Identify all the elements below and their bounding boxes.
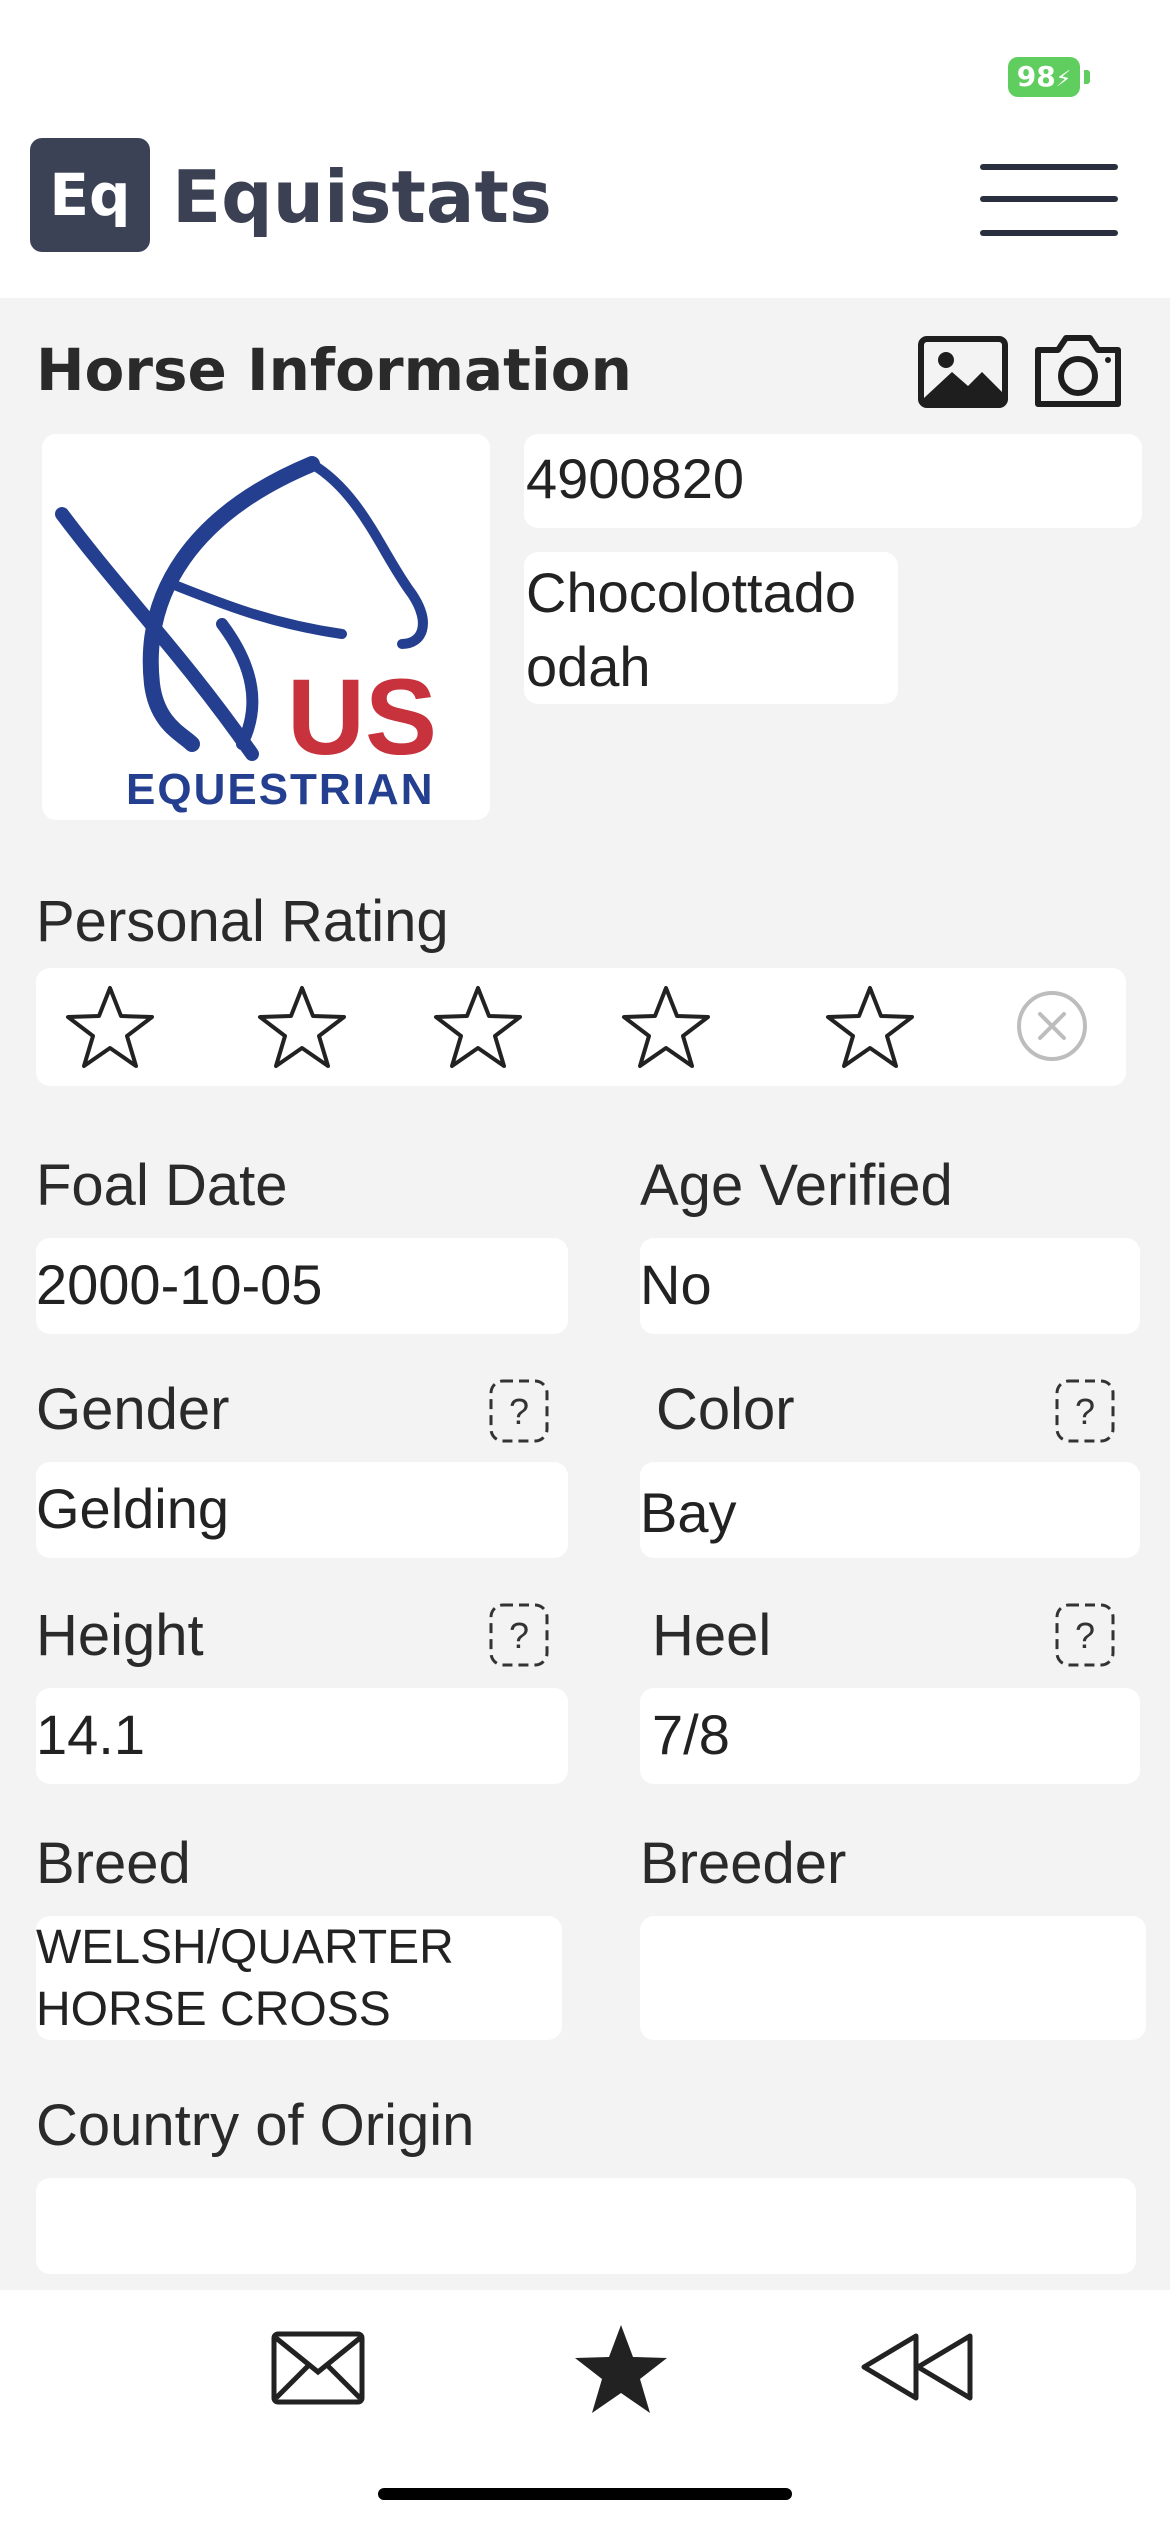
breed-label: Breed (36, 1831, 191, 1896)
height-label: Height (36, 1603, 204, 1668)
battery-tip (1084, 70, 1090, 84)
age-verified-label: Age Verified (640, 1153, 953, 1218)
star-5-icon[interactable] (824, 982, 916, 1075)
foal-date-label: Foal Date (36, 1153, 288, 1218)
heel-value: 7/8 (652, 1703, 730, 1766)
us-equestrian-logo: US EQUESTRIAN (55, 456, 437, 814)
home-indicator (378, 2488, 792, 2500)
star-4-icon[interactable] (620, 982, 712, 1075)
section-title: Horse Information (36, 336, 632, 404)
horse-image[interactable]: US EQUESTRIAN (42, 434, 490, 820)
rating-bar (36, 968, 1126, 1086)
svg-text:?: ? (1075, 1615, 1095, 1656)
color-label: Color (656, 1377, 795, 1442)
breeder-field[interactable] (640, 1916, 1146, 2040)
star-icon[interactable] (572, 2322, 670, 2416)
foal-date-value: 2000-10-05 (36, 1253, 323, 1316)
heel-help-icon[interactable]: ? (1054, 1602, 1116, 1668)
app-logo-text: Eq (49, 161, 131, 229)
envelope-icon[interactable] (270, 2330, 366, 2406)
heel-label: Heel (652, 1603, 772, 1668)
color-help-icon[interactable]: ? (1054, 1378, 1116, 1444)
gender-help-icon[interactable]: ? (488, 1378, 550, 1444)
horse-id-value: 4900820 (526, 447, 745, 510)
battery-level: 98 (1016, 60, 1056, 93)
battery-indicator: 98⚡ (1008, 57, 1080, 97)
app-logo: Eq (30, 138, 150, 252)
star-3-icon[interactable] (432, 982, 524, 1075)
horse-name-value: Chocolottado odah (526, 561, 857, 698)
height-value: 14.1 (36, 1703, 145, 1766)
camera-icon[interactable] (1032, 332, 1124, 410)
menu-button[interactable] (980, 160, 1118, 240)
age-verified-value: No (640, 1253, 712, 1316)
country-label: Country of Origin (36, 2093, 475, 2158)
rating-label: Personal Rating (36, 889, 449, 954)
star-2-icon[interactable] (256, 982, 348, 1075)
star-1-icon[interactable] (64, 982, 156, 1075)
country-field[interactable] (36, 2178, 1136, 2274)
gallery-icon[interactable] (918, 336, 1008, 408)
svg-text:?: ? (509, 1615, 529, 1656)
logo-us-text: US (287, 656, 437, 777)
top-bar (0, 0, 1170, 298)
breed-value-line1: WELSH/QUARTER (36, 1921, 454, 1974)
color-value: Bay (640, 1481, 737, 1544)
app-title: Equistats (172, 155, 552, 239)
svg-text:?: ? (1075, 1391, 1095, 1432)
rewind-icon[interactable] (858, 2330, 976, 2404)
height-help-icon[interactable]: ? (488, 1602, 550, 1668)
breed-value-line2: HORSE CROSS (36, 1983, 391, 2036)
breeder-label: Breeder (640, 1831, 847, 1896)
gender-value: Gelding (36, 1477, 230, 1540)
logo-equestrian-text: EQUESTRIAN (126, 765, 434, 814)
svg-text:?: ? (509, 1391, 529, 1432)
clear-rating-icon[interactable] (1014, 988, 1090, 1069)
gender-label: Gender (36, 1377, 230, 1442)
age-verified-field[interactable] (640, 1238, 1140, 1334)
